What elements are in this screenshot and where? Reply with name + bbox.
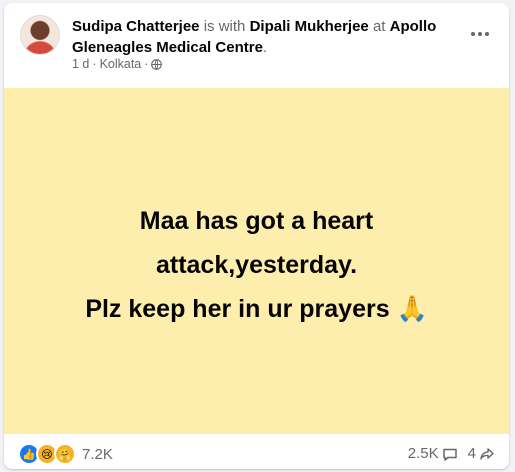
post-content: Maa has got a heart attack,yesterday. Pl…	[24, 199, 489, 331]
author-name[interactable]: Sudipa Chatterjee	[72, 18, 200, 35]
tagged-user[interactable]: Dipali Mukherjee	[250, 18, 369, 35]
post-meta: 1 d · Kolkata ·	[72, 57, 163, 71]
globe-icon[interactable]	[151, 58, 163, 70]
post-line: Plz keep her in ur prayers 🙏	[85, 295, 428, 323]
comment-stat[interactable]: 2.5K	[408, 445, 458, 462]
reaction-count[interactable]: 7.2K	[82, 446, 113, 463]
care-icon: 🤗	[54, 443, 76, 465]
post-header: Sudipa Chatterjee is with Dipali Mukherj…	[4, 3, 509, 87]
meta-separator: ·	[144, 57, 149, 71]
period: .	[262, 39, 268, 56]
post-header-text: Sudipa Chatterjee is with Dipali Mukherj…	[72, 16, 452, 58]
comment-count: 2.5K	[407, 445, 439, 462]
share-count: 4	[467, 445, 476, 462]
post-footer: 👍 😢 🤗 7.2K 2.5K 4	[4, 434, 509, 469]
meta-separator: ·	[92, 57, 97, 71]
post-line: Maa has got a heart	[139, 207, 374, 235]
share-stat[interactable]: 4	[468, 445, 495, 462]
post-time[interactable]: 1 d	[72, 57, 89, 71]
post-city: Kolkata	[99, 57, 142, 71]
with-text: is with	[203, 18, 246, 35]
avatar[interactable]	[20, 15, 60, 55]
more-options-icon[interactable]	[465, 19, 495, 49]
share-icon	[480, 447, 494, 460]
post-stats: 2.5K 4	[408, 445, 495, 462]
at-text: at	[372, 18, 386, 35]
comment-icon	[442, 448, 457, 461]
post-line: attack,yesterday.	[155, 251, 358, 279]
post-card: Sudipa Chatterjee is with Dipali Mukherj…	[4, 3, 509, 469]
reactions-summary[interactable]: 👍 😢 🤗 7.2K	[18, 443, 113, 465]
